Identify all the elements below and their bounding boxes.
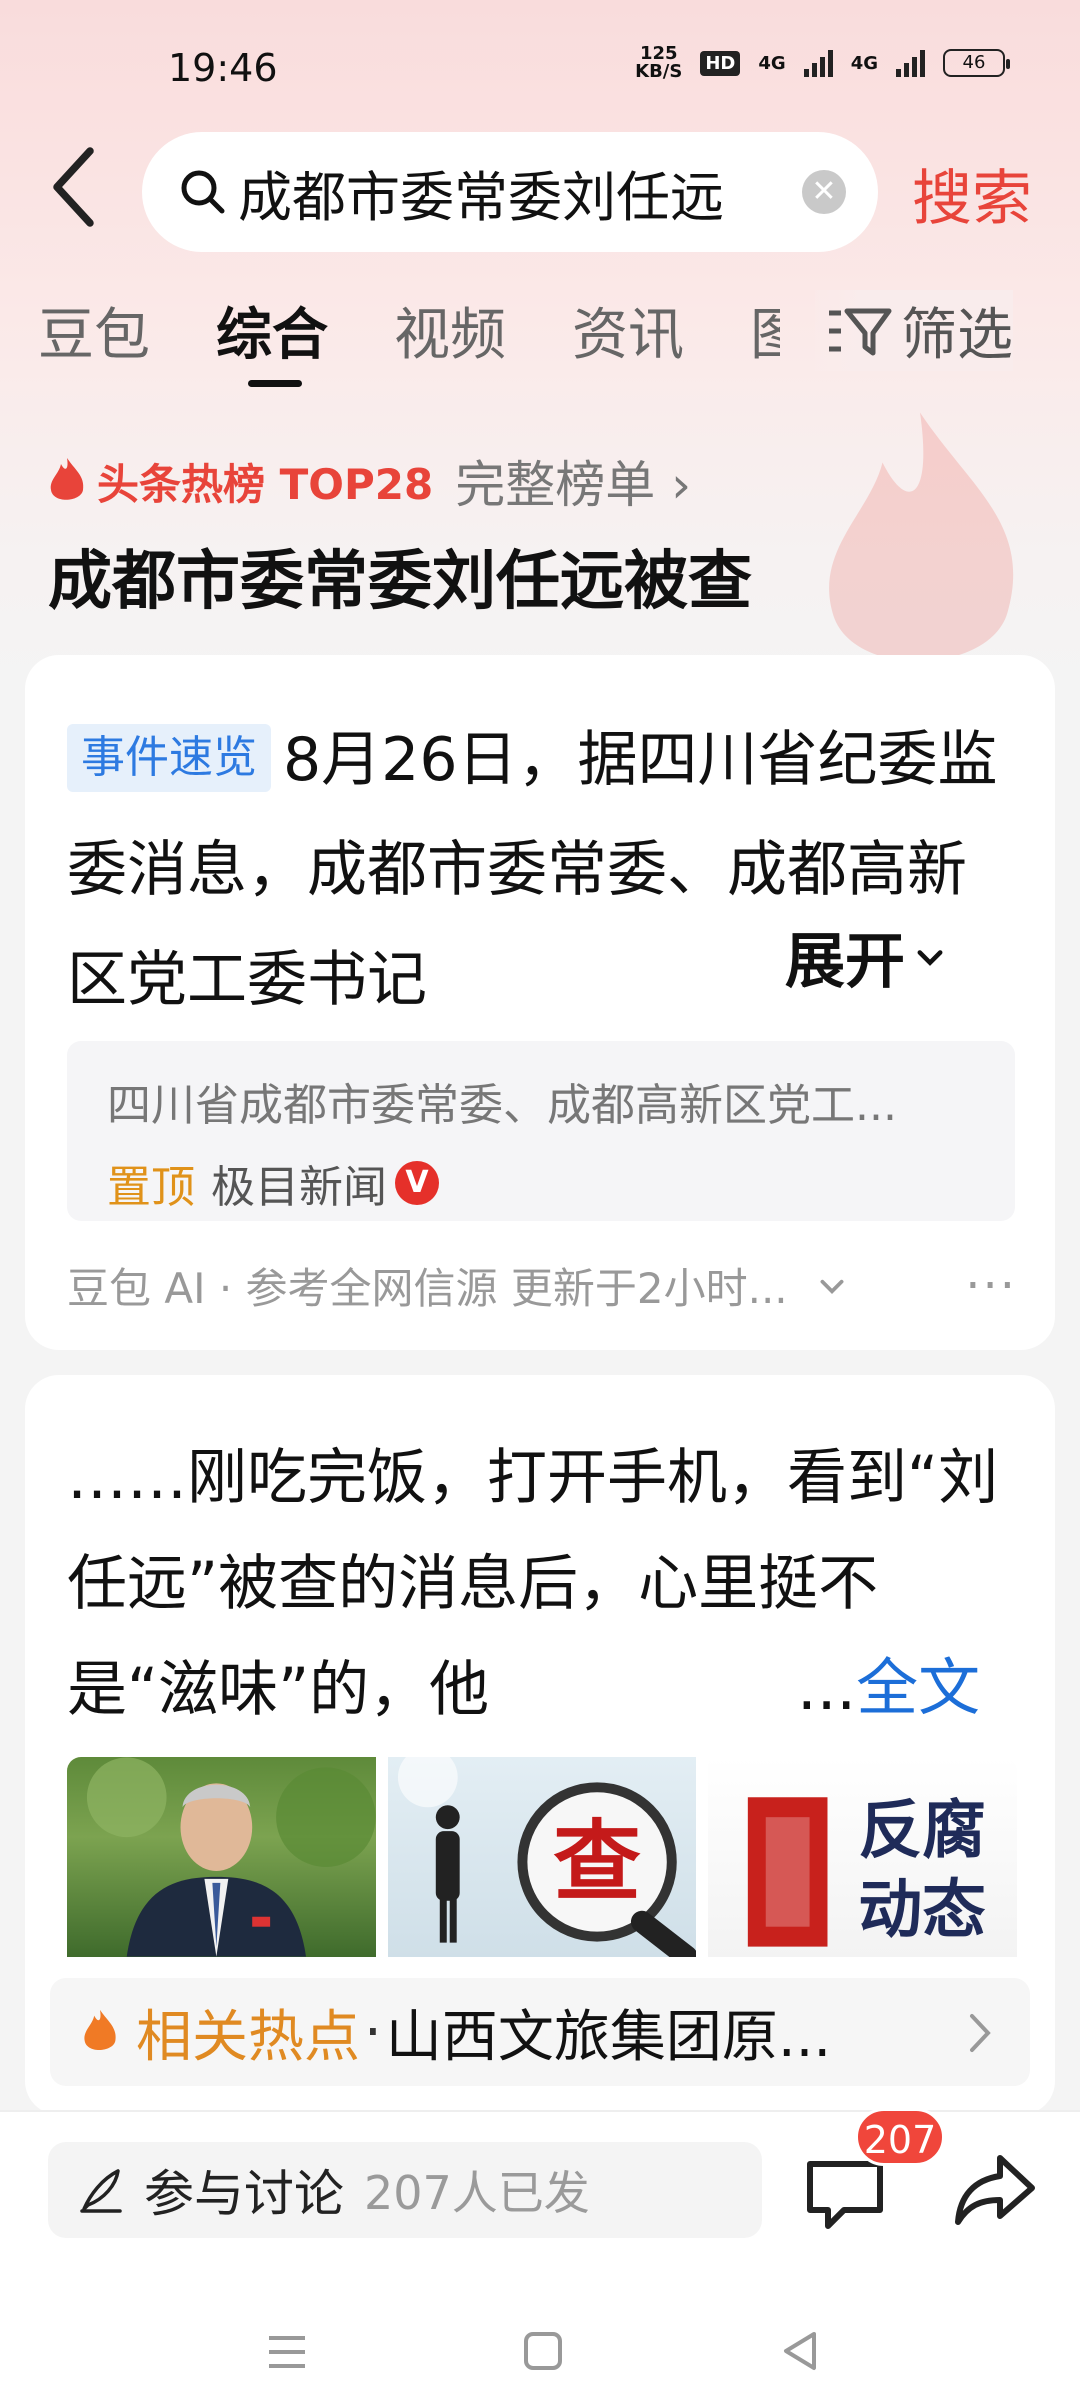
share-icon[interactable] — [950, 2146, 1038, 2234]
tab-doubao[interactable]: 豆包 — [38, 290, 150, 371]
pen-icon — [80, 2169, 122, 2213]
search-header: 成都市委常委刘任远 ✕ 搜索 — [0, 130, 1080, 252]
ai-source-note: 豆包 AI · 参考全网信源 更新于2小时... ··· — [67, 1257, 1017, 1314]
tab-images[interactable]: 图 — [750, 290, 780, 371]
post-image-portrait[interactable] — [67, 1757, 376, 1957]
hd-voice-icon: HD — [700, 50, 741, 76]
tab-news[interactable]: 资讯 — [572, 290, 684, 371]
active-tab-indicator — [248, 380, 302, 387]
source-meta: 置顶 极目新闻 V — [107, 1151, 975, 1215]
network-type-1: 4G — [758, 52, 786, 74]
event-summary-card[interactable]: 事件速览 8月26日，据四川省纪委监委消息，成都市委常委、成都高新区党工委书记 展… — [25, 655, 1055, 1350]
filter-icon — [829, 308, 892, 355]
post-image-investigation[interactable]: 查 — [387, 1757, 697, 1957]
network-type-2: 4G — [850, 52, 878, 74]
verified-badge-icon: V — [395, 1161, 439, 1205]
flame-icon — [50, 458, 84, 500]
portrait-image — [86, 1757, 376, 1957]
signal-bars-icon — [803, 49, 833, 77]
result-tabs: 豆包 综合 视频 资讯 图 筛选 — [0, 290, 1080, 387]
hot-topic-title: 成都市委常委刘任远被查 — [48, 545, 752, 619]
svg-text:动态: 动态 — [859, 1874, 987, 1948]
anticorruption-image: 反腐 动态 — [748, 1794, 987, 1948]
source-article-title: 四川省成都市委常委、成都高新区党工... — [107, 1080, 897, 1131]
back-nav-icon[interactable] — [780, 2330, 822, 2372]
tab-comprehensive[interactable]: 综合 — [216, 290, 328, 371]
filter-button[interactable]: 筛选 — [815, 290, 1013, 371]
battery-icon: 46 — [943, 49, 1010, 77]
related-label: 相关热点 — [136, 2004, 360, 2070]
filter-label: 筛选 — [901, 303, 1013, 368]
bottom-action-bar: 参与讨论 207人已发 207 — [0, 2108, 1080, 2400]
hot-list-row[interactable]: 头条热榜 TOP28 完整榜单 › — [45, 445, 691, 517]
back-arrow-icon — [53, 147, 94, 227]
event-tag: 事件速览 — [67, 724, 271, 792]
post-images: 查 反腐 动态 — [67, 1757, 1017, 1957]
svg-text:反腐: 反腐 — [859, 1794, 986, 1868]
network-speed: 125 KB/S — [635, 43, 683, 82]
discussion-label: 参与讨论 — [144, 2165, 344, 2223]
related-topic-text: 山西文旅集团原... — [385, 2004, 832, 2070]
fulltext-link[interactable]: ...全文 — [787, 1637, 981, 1727]
signal-bars-icon — [896, 49, 925, 77]
home-nav-icon[interactable] — [522, 2330, 564, 2372]
clear-search-icon[interactable]: ✕ — [802, 170, 846, 214]
status-time: 19:46 — [168, 46, 278, 90]
magnifier-image: 查 — [397, 1757, 697, 1957]
source-article[interactable]: 四川省成都市委常委、成都高新区党工... 置顶 极目新闻 V — [67, 1041, 1015, 1221]
chevron-down-icon[interactable] — [816, 1270, 848, 1302]
related-separator: · — [364, 1999, 382, 2065]
tab-video[interactable]: 视频 — [394, 290, 506, 371]
flame-icon — [84, 2009, 116, 2051]
search-button[interactable]: 搜索 — [912, 150, 1032, 237]
discussion-count: 207人已发 — [364, 2166, 590, 2220]
status-icons: 125 KB/S HD 4G 4G 46 — [635, 43, 1010, 82]
full-list-link[interactable]: 完整榜单 › — [455, 445, 691, 517]
search-input[interactable]: 成都市委常委刘任远 ✕ — [142, 132, 878, 252]
back-button[interactable] — [45, 142, 125, 242]
menu-nav-icon[interactable] — [265, 2332, 309, 2372]
search-query-text: 成都市委常委刘任远 — [238, 165, 724, 229]
hot-list-label: 头条热榜 TOP28 — [97, 459, 434, 509]
related-hot-topic[interactable]: 相关热点 · 山西文旅集团原... — [50, 1978, 1030, 2086]
svg-text:查: 查 — [553, 1811, 641, 1913]
status-bar: 19:46 125 KB/S HD 4G 4G 46 — [0, 0, 1080, 130]
post-image-anticorruption[interactable]: 反腐 动态 — [708, 1757, 1017, 1957]
comment-count-badge: 207 — [855, 2108, 945, 2166]
expand-button[interactable]: 展开 — [725, 913, 947, 1000]
more-options-icon[interactable]: ··· — [965, 1258, 1017, 1314]
chevron-right-icon — [970, 2014, 991, 2052]
chevron-down-icon — [917, 949, 943, 966]
pinned-label: 置顶 — [107, 1162, 195, 1213]
media-name: 极目新闻 — [211, 1162, 387, 1213]
join-discussion-input[interactable]: 参与讨论 207人已发 — [48, 2142, 762, 2238]
search-icon — [181, 170, 225, 214]
